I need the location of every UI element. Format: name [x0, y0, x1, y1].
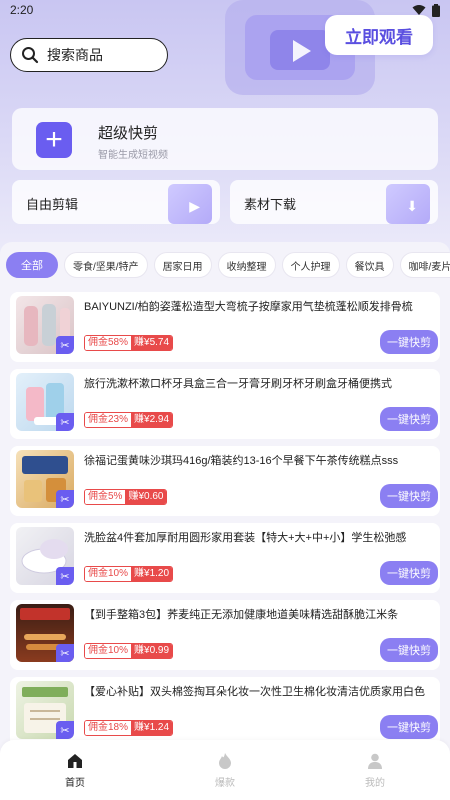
- tab-label: 爆款: [215, 778, 235, 789]
- content-panel: 全部 零食/坚果/特产 居家日用 收纳整理 个人护理 餐饮具 咖啡/麦片/冲 ✂…: [0, 242, 450, 762]
- plus-icon: +: [36, 122, 72, 158]
- earn-tag: 赚¥0.60: [125, 490, 167, 504]
- commission-tag: 佣金10%: [85, 644, 132, 658]
- category-tab[interactable]: 全部: [6, 252, 58, 278]
- commission-tag: 佣金23%: [85, 413, 132, 427]
- search-icon: [22, 47, 39, 64]
- commission-tag: 佣金10%: [85, 567, 132, 581]
- scissors-icon: ✂: [56, 336, 74, 354]
- product-name: 【到手整箱3包】荞麦纯正无添加健康地道美味精选甜酥脆江米条: [84, 609, 399, 621]
- tab-home[interactable]: 首页: [0, 740, 150, 800]
- scissors-icon: ✂: [56, 644, 74, 662]
- price-tags: 佣金58% 赚¥5.74: [84, 335, 174, 351]
- feature-title: 超级快剪: [98, 125, 159, 142]
- quick-cut-button[interactable]: 一键快剪: [380, 407, 438, 431]
- product-item[interactable]: ✂ 【爱心补贴】双头棉签掏耳朵化妆一次性卫生棉化妆清洁优质家用白色 佣金18% …: [10, 677, 440, 747]
- status-time: 2:20: [10, 3, 34, 17]
- product-item[interactable]: ✂ 旅行洗漱杯漱口杯牙具盒三合一牙膏牙刷牙杯牙刷盒牙桶便携式 佣金23% 赚¥2…: [10, 369, 440, 439]
- scissors-icon: ✂: [56, 490, 74, 508]
- quick-cut-button[interactable]: 一键快剪: [380, 484, 438, 508]
- flame-icon: [219, 753, 231, 769]
- price-tags: 佣金10% 赚¥0.99: [84, 643, 174, 659]
- earn-tag: 赚¥1.20: [131, 567, 173, 581]
- commission-tag: 佣金18%: [85, 721, 132, 735]
- search-placeholder: 搜索商品: [47, 47, 103, 63]
- tab-profile[interactable]: 我的: [300, 740, 450, 800]
- battery-icon: [432, 3, 440, 17]
- user-icon: [368, 753, 382, 769]
- feature-subtitle: 智能生成短视频: [98, 150, 168, 161]
- home-icon: [68, 754, 82, 768]
- product-name: 洗脸盆4件套加厚耐用圆形家用套装【特大+大+中+小】学生松弛感: [84, 532, 407, 544]
- product-item[interactable]: ✂ 徐福记蛋黄味沙琪玛416g/箱装约13-16个早餐下午茶传统糕点sss 佣金…: [10, 446, 440, 516]
- product-image: ✂: [16, 604, 74, 662]
- category-tab[interactable]: 收纳整理: [217, 252, 276, 278]
- quick-cut-button[interactable]: 一键快剪: [380, 330, 438, 354]
- product-item[interactable]: ✂ 洗脸盆4件套加厚耐用圆形家用套装【特大+大+中+小】学生松弛感 佣金10% …: [10, 523, 440, 593]
- tab-hot[interactable]: 爆款: [150, 740, 300, 800]
- category-tab[interactable]: 餐饮具: [345, 252, 394, 278]
- scissors-icon: ✂: [56, 721, 74, 739]
- earn-tag: 赚¥2.94: [131, 413, 173, 427]
- product-image: ✂: [16, 296, 74, 354]
- product-image: ✂: [16, 450, 74, 508]
- super-quick-cut-card[interactable]: + 超级快剪 智能生成短视频: [12, 108, 438, 170]
- free-edit-label: 自由剪辑: [26, 197, 79, 212]
- earn-tag: 赚¥5.74: [131, 336, 173, 350]
- price-tags: 佣金10% 赚¥1.20: [84, 566, 174, 582]
- price-tags: 佣金23% 赚¥2.94: [84, 412, 174, 428]
- category-tabs: 全部 零食/坚果/特产 居家日用 收纳整理 个人护理 餐饮具 咖啡/麦片/冲: [0, 252, 450, 280]
- commission-tag: 佣金5%: [85, 490, 126, 504]
- quick-cut-button[interactable]: 一键快剪: [380, 715, 438, 739]
- tab-label: 我的: [365, 778, 385, 789]
- download-icon: ⬇: [406, 198, 418, 214]
- product-item[interactable]: ✂ 【到手整箱3包】荞麦纯正无添加健康地道美味精选甜酥脆江米条 佣金10% 赚¥…: [10, 600, 440, 670]
- price-tags: 佣金5% 赚¥0.60: [84, 489, 168, 505]
- watch-now-button[interactable]: 立即观看: [325, 15, 433, 55]
- category-tab[interactable]: 个人护理: [281, 252, 340, 278]
- quick-cut-button[interactable]: 一键快剪: [380, 638, 438, 662]
- product-list: ✂ BAIYUNZI/柏韵姿蓬松造型大弯梳子按摩家用气垫梳蓬松顺发排骨梳 佣金5…: [10, 292, 440, 754]
- commission-tag: 佣金58%: [85, 336, 132, 350]
- category-tab[interactable]: 零食/坚果/特产: [64, 252, 148, 278]
- quick-cut-button[interactable]: 一键快剪: [380, 561, 438, 585]
- product-image: ✂: [16, 527, 74, 585]
- material-download-card[interactable]: 素材下载 ⬇: [230, 180, 438, 224]
- product-image: ✂: [16, 373, 74, 431]
- bottom-tab-bar: 首页 爆款 我的: [0, 740, 450, 800]
- category-tab[interactable]: 居家日用: [153, 252, 212, 278]
- search-input[interactable]: 搜索商品: [10, 38, 168, 72]
- earn-tag: 赚¥1.24: [131, 721, 173, 735]
- scissors-icon: ✂: [56, 413, 74, 431]
- product-name: BAIYUNZI/柏韵姿蓬松造型大弯梳子按摩家用气垫梳蓬松顺发排骨梳: [84, 301, 413, 313]
- material-download-label: 素材下载: [244, 197, 297, 212]
- product-name: 旅行洗漱杯漱口杯牙具盒三合一牙膏牙刷牙杯牙刷盒牙桶便携式: [84, 378, 392, 390]
- price-tags: 佣金18% 赚¥1.24: [84, 720, 174, 736]
- product-item[interactable]: ✂ BAIYUNZI/柏韵姿蓬松造型大弯梳子按摩家用气垫梳蓬松顺发排骨梳 佣金5…: [10, 292, 440, 362]
- product-name: 【爱心补贴】双头棉签掏耳朵化妆一次性卫生棉化妆清洁优质家用白色: [84, 686, 425, 698]
- product-name: 徐福记蛋黄味沙琪玛416g/箱装约13-16个早餐下午茶传统糕点sss: [84, 455, 399, 467]
- tab-label: 首页: [65, 778, 85, 789]
- category-tab[interactable]: 咖啡/麦片/冲: [399, 252, 450, 278]
- product-image: ✂: [16, 681, 74, 739]
- free-edit-card[interactable]: 自由剪辑 ▶: [12, 180, 220, 224]
- earn-tag: 赚¥0.99: [131, 644, 173, 658]
- scissors-icon: ✂: [56, 567, 74, 585]
- play-icon: ▶: [189, 198, 200, 214]
